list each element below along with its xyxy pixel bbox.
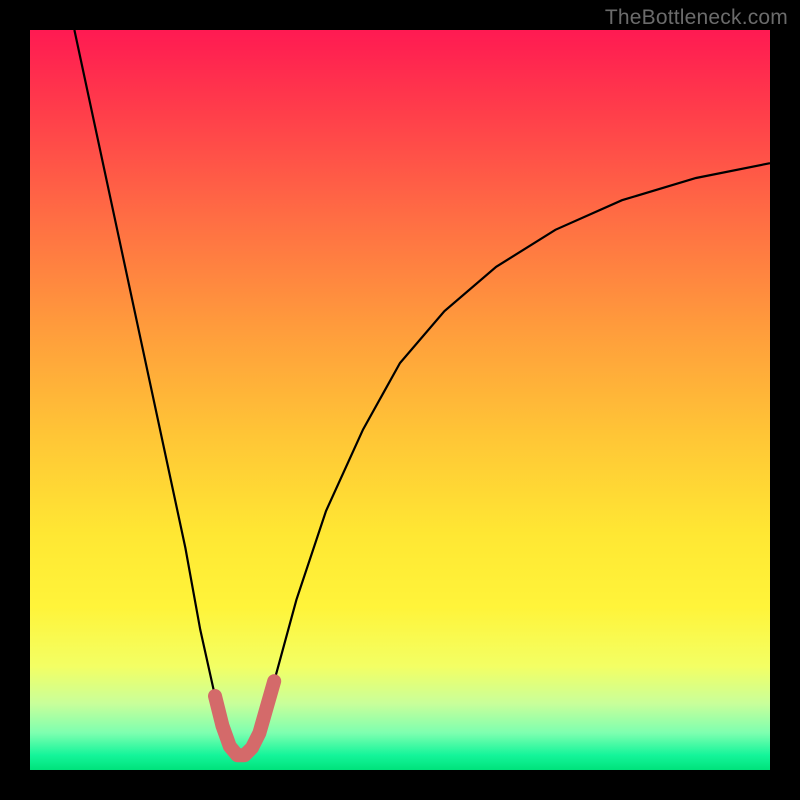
bottleneck-curve <box>74 30 770 755</box>
watermark-text: TheBottleneck.com <box>605 6 788 30</box>
chart-canvas <box>30 30 770 770</box>
highlight-valley <box>215 681 274 755</box>
bottleneck-plot <box>30 30 770 770</box>
